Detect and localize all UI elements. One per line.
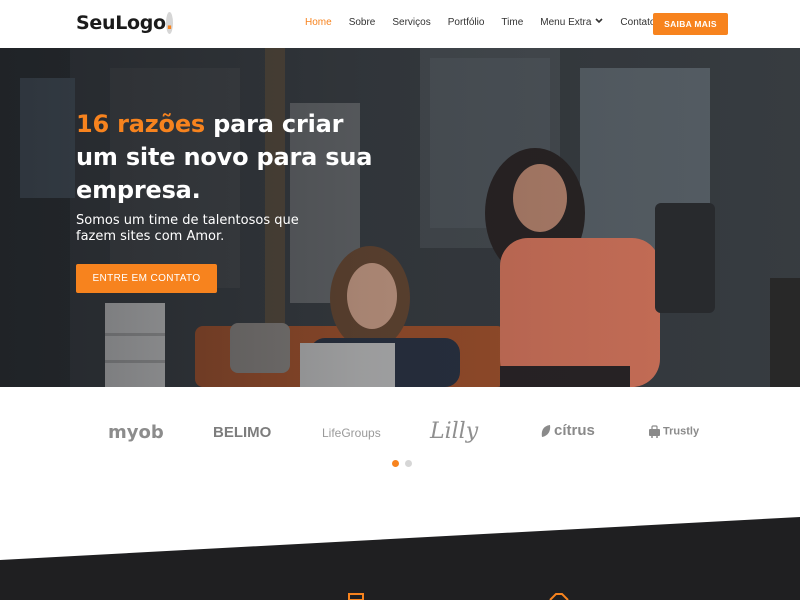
trustly-cart-icon bbox=[649, 425, 660, 438]
trustly-logo-text: Trustly bbox=[663, 425, 700, 438]
trustly-logo: Trustly bbox=[648, 425, 699, 438]
carousel-dot-1[interactable] bbox=[392, 460, 399, 467]
nav-item-menu-extra[interactable]: Menu Extra bbox=[540, 17, 603, 28]
page: SeuLogo. Home Sobre Serviços Portfólio T… bbox=[0, 0, 800, 600]
carousel-dot-2[interactable] bbox=[405, 460, 412, 467]
hero-title: 16 razões para criar um site novo para s… bbox=[76, 108, 376, 207]
carousel-dots bbox=[392, 460, 418, 467]
nav-item-servicos[interactable]: Serviços bbox=[392, 17, 430, 28]
logo-dot: . bbox=[165, 12, 173, 34]
hero-title-accent: 16 razões bbox=[76, 110, 206, 138]
logo-text: SeuLogo bbox=[76, 12, 166, 34]
site-header: SeuLogo. Home Sobre Serviços Portfólio T… bbox=[0, 0, 800, 48]
dark-section bbox=[0, 517, 800, 600]
lilly-logo: Lilly bbox=[430, 419, 479, 444]
client-logos-section: myob BELIMO LifeGroups Lilly cítrus Trus… bbox=[0, 387, 800, 517]
nav-item-home[interactable]: Home bbox=[305, 17, 332, 28]
nav-item-contato[interactable]: Contato bbox=[620, 17, 655, 28]
citrus-logo: cítrus bbox=[540, 422, 595, 439]
saiba-mais-button[interactable]: SAIBA MAIS bbox=[653, 13, 728, 35]
hero-subtitle: Somos um time de talentosos que fazem si… bbox=[76, 213, 299, 244]
nav-item-menu-extra-label: Menu Extra bbox=[540, 17, 592, 28]
nav-item-time[interactable]: Time bbox=[501, 17, 523, 28]
myob-logo: myob bbox=[108, 422, 164, 443]
citrus-logo-text: cítrus bbox=[554, 422, 595, 439]
hero-section: 16 razões para criar um site novo para s… bbox=[0, 48, 800, 387]
belimo-logo-text: BELIMO bbox=[213, 424, 272, 441]
citrus-leaf-icon bbox=[541, 425, 551, 438]
site-logo[interactable]: SeuLogo. bbox=[76, 12, 179, 34]
entre-em-contato-button[interactable]: ENTRE EM CONTATO bbox=[76, 264, 217, 293]
chevron-down-icon bbox=[595, 18, 603, 24]
main-nav: Home Sobre Serviços Portfólio Time Menu … bbox=[305, 17, 672, 28]
lifegroups-logo: LifeGroups bbox=[322, 426, 381, 440]
nav-item-portfolio[interactable]: Portfólio bbox=[448, 17, 485, 28]
nav-item-sobre[interactable]: Sobre bbox=[349, 17, 376, 28]
belimo-logo: BELIMO bbox=[213, 424, 271, 441]
